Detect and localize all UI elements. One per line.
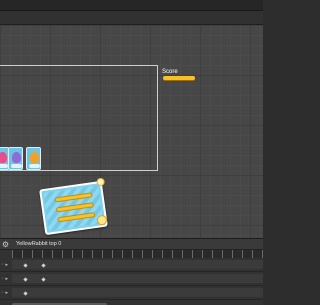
popup-panel[interactable] [39, 177, 108, 236]
timeline-track[interactable]: ◦ ▸ [0, 258, 263, 272]
keyframe[interactable] [23, 277, 28, 282]
timeline-track[interactable]: ◦ ▸ [0, 272, 263, 286]
menu-bar [0, 0, 263, 11]
track-lane[interactable] [12, 260, 263, 269]
score-bar[interactable] [163, 76, 195, 80]
track-toggle-icon[interactable]: ◦ ▸ [1, 290, 8, 296]
star-icon [96, 177, 106, 187]
scene-view[interactable]: Score [0, 25, 263, 238]
timeline-ruler[interactable] [12, 250, 263, 258]
track-toggle-icon[interactable]: ◦ ▸ [1, 276, 8, 282]
timeline-track[interactable]: ◦ ▸ [0, 286, 263, 300]
timeline-header: ⚙ YellowRabbit top 0 [0, 239, 263, 250]
character-card[interactable] [26, 147, 41, 170]
gear-icon[interactable]: ⚙ [1, 240, 10, 249]
game-bounds-frame [0, 65, 158, 171]
track-lane[interactable] [12, 274, 263, 283]
keyframe[interactable] [23, 263, 28, 268]
clip-name: YellowRabbit top 0 [16, 241, 62, 247]
coin-icon [96, 214, 108, 226]
track-lane[interactable] [12, 288, 263, 297]
keyframe[interactable] [41, 277, 46, 282]
score-label[interactable]: Score [162, 69, 178, 75]
keyframe[interactable] [23, 291, 28, 296]
track-toggle-icon[interactable]: ◦ ▸ [1, 262, 8, 268]
keyframe[interactable] [41, 263, 46, 268]
character-card[interactable] [8, 147, 23, 170]
scene-toolbar [0, 11, 263, 25]
timeline-panel: ⚙ YellowRabbit top 0 ◦ ▸ ◦ ▸ ◦ ▸ [0, 238, 263, 305]
